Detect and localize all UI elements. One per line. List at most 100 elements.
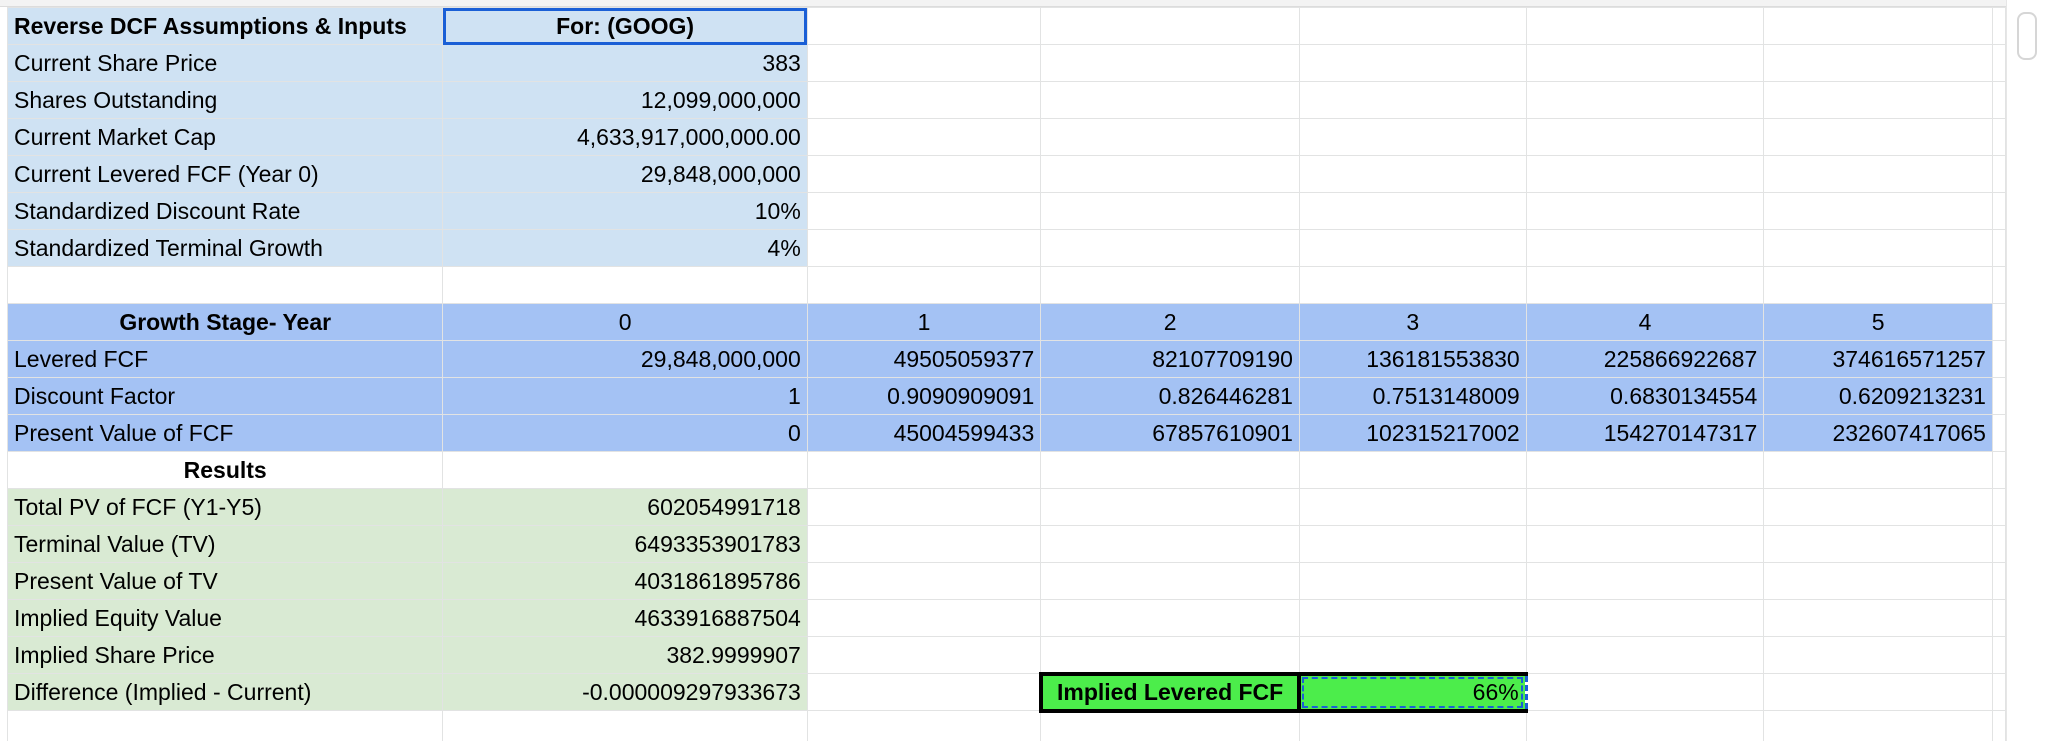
growth-value-cell[interactable]: 102315217002 [1298, 414, 1527, 452]
empty-cell[interactable] [1298, 525, 1527, 563]
empty-cell[interactable] [1991, 562, 2006, 600]
assumption-label-cell[interactable]: Standardized Terminal Growth [6, 229, 444, 267]
empty-cell[interactable] [1991, 44, 2006, 82]
growth-label-cell[interactable]: Levered FCF [6, 340, 444, 378]
ticker-cell[interactable]: For: (GOOG) [442, 7, 808, 45]
empty-cell[interactable] [1040, 451, 1300, 489]
empty-cell[interactable] [1991, 673, 2006, 711]
scrollbar-thumb[interactable] [2017, 12, 2037, 60]
result-label-cell[interactable]: Terminal Value (TV) [6, 525, 444, 563]
assumption-value-cell[interactable]: 12,099,000,000 [442, 81, 808, 119]
empty-cell[interactable] [1991, 340, 2006, 378]
empty-cell[interactable] [1763, 525, 1993, 563]
empty-cell[interactable] [1525, 266, 1765, 304]
empty-cell[interactable] [806, 599, 1042, 637]
growth-label-cell[interactable]: Present Value of FCF [6, 414, 444, 452]
empty-cell[interactable] [1763, 229, 1993, 267]
empty-cell[interactable] [1525, 673, 1765, 711]
empty-cell[interactable] [1040, 81, 1300, 119]
empty-cell[interactable] [1525, 451, 1765, 489]
empty-cell[interactable] [1525, 155, 1765, 193]
growth-value-cell[interactable]: 225866922687 [1525, 340, 1765, 378]
empty-cell[interactable] [1763, 673, 1993, 711]
growth-value-cell[interactable]: 0.826446281 [1040, 377, 1300, 415]
empty-cell[interactable] [1525, 44, 1765, 82]
empty-cell[interactable] [1525, 488, 1765, 526]
vertical-scrollbar[interactable] [2006, 0, 2048, 741]
spreadsheet-grid[interactable]: Reverse DCF Assumptions & Inputs For: (G… [0, 0, 2006, 741]
empty-cell[interactable] [1298, 562, 1527, 600]
growth-value-cell[interactable]: 29,848,000,000 [442, 340, 808, 378]
empty-cell[interactable] [1763, 266, 1993, 304]
empty-cell[interactable] [1991, 636, 2006, 674]
result-label-cell[interactable]: Total PV of FCF (Y1-Y5) [6, 488, 444, 526]
empty-cell[interactable] [1525, 7, 1765, 45]
empty-cell[interactable] [442, 710, 808, 741]
empty-cell[interactable] [806, 266, 1042, 304]
empty-cell[interactable] [1040, 192, 1300, 230]
empty-cell[interactable] [806, 192, 1042, 230]
empty-cell[interactable] [1040, 710, 1300, 741]
empty-cell[interactable] [1991, 525, 2006, 563]
empty-cell[interactable] [1991, 599, 2006, 637]
empty-cell[interactable] [806, 229, 1042, 267]
empty-cell[interactable] [806, 562, 1042, 600]
assumption-value-cell[interactable]: 4% [442, 229, 808, 267]
empty-cell[interactable] [1298, 44, 1527, 82]
empty-cell[interactable] [806, 44, 1042, 82]
empty-cell[interactable] [806, 525, 1042, 563]
empty-cell[interactable] [806, 636, 1042, 674]
empty-cell[interactable] [1991, 303, 2006, 341]
growth-value-cell[interactable]: 67857610901 [1040, 414, 1300, 452]
empty-cell[interactable] [1525, 192, 1765, 230]
year-cell[interactable]: 5 [1763, 303, 1993, 341]
empty-cell[interactable] [1040, 562, 1300, 600]
growth-value-cell[interactable]: 154270147317 [1525, 414, 1765, 452]
growth-value-cell[interactable]: 0.6209213231 [1763, 377, 1993, 415]
result-label-cell[interactable]: Implied Share Price [6, 636, 444, 674]
empty-cell[interactable] [1040, 44, 1300, 82]
assumption-label-cell[interactable]: Current Levered FCF (Year 0) [6, 155, 444, 193]
empty-cell[interactable] [1298, 81, 1527, 119]
assumption-label-cell[interactable]: Current Share Price [6, 44, 444, 82]
empty-cell[interactable] [1763, 562, 1993, 600]
implied-fcf-value-cell[interactable]: 66% [1298, 671, 1528, 713]
growth-value-cell[interactable]: 136181553830 [1298, 340, 1527, 378]
empty-cell[interactable] [1298, 451, 1527, 489]
result-value-cell[interactable]: 4633916887504 [442, 599, 808, 637]
empty-cell[interactable] [806, 488, 1042, 526]
empty-cell[interactable] [442, 266, 808, 304]
result-label-cell[interactable]: Implied Equity Value [6, 599, 444, 637]
empty-cell[interactable] [1525, 229, 1765, 267]
empty-cell[interactable] [1040, 7, 1300, 45]
result-label-cell[interactable]: Present Value of TV [6, 562, 444, 600]
result-value-cell[interactable]: -0.000009297933673 [442, 673, 808, 711]
empty-cell[interactable] [1298, 488, 1527, 526]
empty-cell[interactable] [1991, 7, 2006, 45]
empty-cell[interactable] [1525, 525, 1765, 563]
result-label-cell[interactable]: Difference (Implied - Current) [6, 673, 444, 711]
empty-cell[interactable] [1763, 118, 1993, 156]
empty-cell[interactable] [1298, 155, 1527, 193]
growth-value-cell[interactable]: 45004599433 [806, 414, 1042, 452]
empty-cell[interactable] [1763, 710, 1993, 741]
empty-cell[interactable] [1991, 266, 2006, 304]
empty-cell[interactable] [1040, 229, 1300, 267]
empty-cell[interactable] [1040, 636, 1300, 674]
year-cell[interactable]: 3 [1298, 303, 1527, 341]
empty-cell[interactable] [1040, 118, 1300, 156]
empty-cell[interactable] [806, 81, 1042, 119]
year-cell[interactable]: 0 [442, 303, 808, 341]
empty-cell[interactable] [6, 266, 444, 304]
empty-cell[interactable] [1991, 81, 2006, 119]
result-value-cell[interactable]: 4031861895786 [442, 562, 808, 600]
assumption-label-cell[interactable]: Current Market Cap [6, 118, 444, 156]
empty-cell[interactable] [1525, 710, 1765, 741]
implied-fcf-label-cell[interactable]: Implied Levered FCF [1038, 671, 1302, 713]
assumption-value-cell[interactable]: 29,848,000,000 [442, 155, 808, 193]
empty-cell[interactable] [1298, 599, 1527, 637]
assumption-label-cell[interactable]: Shares Outstanding [6, 81, 444, 119]
empty-cell[interactable] [1991, 451, 2006, 489]
empty-cell[interactable] [1991, 377, 2006, 415]
empty-cell[interactable] [1991, 414, 2006, 452]
